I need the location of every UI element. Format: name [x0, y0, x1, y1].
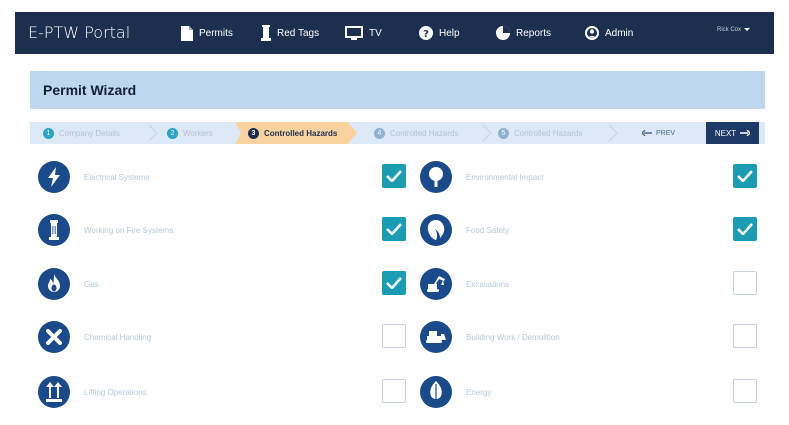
step-label: Company Details — [59, 128, 120, 138]
hazard-label: Lifting Operations — [84, 387, 147, 397]
step-number: 4 — [374, 127, 385, 139]
hazard-lifting-operations: Lifting Operations — [38, 374, 147, 410]
step-number: 5 — [498, 127, 509, 139]
arrow-left-icon — [642, 130, 652, 136]
step-label: Workers — [183, 128, 213, 138]
chevron-right-icon — [148, 125, 158, 141]
hazard-label: Building Work / Demolition — [466, 332, 560, 342]
help-icon: ? — [419, 26, 433, 40]
step-number: 3 — [248, 127, 259, 139]
next-label: NEXT — [714, 128, 737, 138]
hazard-excavations: Excavations — [420, 266, 509, 302]
tag-icon — [261, 25, 271, 41]
hazard-food-safety: Food Safety — [420, 212, 509, 248]
wizard-steps: 1 Company Details 2 Workers 3 Controlled… — [30, 122, 765, 144]
hazard-checkbox-food-safety[interactable] — [733, 217, 757, 241]
bulldozer-icon — [420, 321, 452, 353]
hazard-checkbox-gas[interactable] — [382, 271, 406, 295]
hazard-working-on-fire-systems: Working on Fire Systems — [38, 212, 173, 248]
checkmark-icon — [737, 223, 753, 235]
checkmark-icon — [386, 170, 402, 182]
nav-label: Reports — [516, 27, 552, 39]
food-icon — [420, 214, 452, 246]
hazard-checkbox-environmental-impact[interactable] — [733, 164, 757, 188]
hazard-label: Environmental Impact — [466, 172, 544, 182]
step-number: 1 — [43, 127, 54, 139]
chevron-right-icon — [482, 125, 492, 141]
nav-label: Admin — [605, 27, 634, 39]
app-title[interactable]: E-PTW Portal — [28, 23, 130, 42]
lightning-icon — [38, 161, 70, 193]
arrow-right-icon — [740, 130, 751, 136]
hazard-label: Food Safety — [466, 225, 510, 235]
hazard-environmental-impact: Environmental Impact — [420, 159, 543, 195]
checkmark-icon — [737, 170, 753, 182]
step-controlled-hazards[interactable]: 3 Controlled Hazards — [235, 122, 358, 144]
hazard-electrical-systems: Electrical Systems — [38, 159, 149, 195]
hazard-label: Gas — [84, 279, 99, 289]
wizard-header: Permit Wizard — [30, 71, 765, 109]
hazard-label: Electrical Systems — [84, 172, 150, 182]
checkmark-icon — [386, 223, 402, 235]
hazard-checkbox-lifting-operations[interactable] — [382, 379, 406, 403]
hazard-energy: Energy — [420, 374, 491, 410]
hazard-gas: Gas — [38, 266, 99, 302]
svg-text:?: ? — [423, 29, 429, 40]
hazard-checkbox-working-on-fire-systems[interactable] — [382, 217, 406, 241]
fire-extinguisher-icon — [38, 214, 70, 246]
step-label: Controlled Hazards — [390, 128, 459, 138]
pie-chart-icon — [496, 26, 510, 40]
nav-permits[interactable]: Permits — [181, 12, 233, 54]
chevron-right-icon — [608, 125, 618, 141]
hazard-checkbox-electrical-systems[interactable] — [382, 164, 406, 188]
tree-icon — [420, 161, 452, 193]
hazard-building-work-demolition: Building Work / Demolition — [420, 319, 560, 355]
step-number: 2 — [167, 127, 178, 139]
document-icon — [181, 25, 193, 41]
hazard-label: Working on Fire Systems — [84, 225, 174, 235]
hazard-checkbox-building-work-demolition[interactable] — [733, 324, 757, 348]
lifting-arrows-icon — [38, 376, 70, 408]
step-workers[interactable]: 2 Workers — [167, 122, 213, 144]
nav-label: Red Tags — [277, 27, 320, 39]
nav-reports[interactable]: Reports — [496, 12, 551, 54]
nav-label: Permits — [199, 27, 233, 39]
nav-admin[interactable]: Admin — [585, 12, 633, 54]
leaf-icon — [420, 376, 452, 408]
step-5[interactable]: 5 Controlled Hazards — [498, 122, 582, 144]
top-bar: E-PTW Portal Permits Red Tags TV ? Help … — [15, 12, 774, 54]
step-label: Controlled Hazards — [264, 128, 338, 138]
cross-icon — [38, 321, 70, 353]
user-circle-icon — [585, 26, 599, 40]
nav-red-tags[interactable]: Red Tags — [261, 12, 319, 54]
step-label: Controlled Hazards — [514, 128, 583, 138]
user-menu[interactable]: Rick Cox — [717, 27, 750, 33]
nav-tv[interactable]: TV — [345, 12, 382, 54]
hazard-checkbox-energy[interactable] — [733, 379, 757, 403]
hazard-checkbox-chemical-handling[interactable] — [382, 324, 406, 348]
prev-label: PREV — [656, 129, 676, 137]
user-name: Rick Cox — [716, 27, 741, 33]
nav-label: TV — [369, 27, 382, 39]
caret-down-icon — [744, 27, 750, 31]
hazard-checkbox-excavations[interactable] — [733, 271, 757, 295]
step-4[interactable]: 4 Controlled Hazards — [374, 122, 458, 144]
next-button[interactable]: NEXT — [706, 122, 759, 144]
hazard-label: Chemical Handling — [84, 332, 152, 342]
monitor-icon — [345, 25, 363, 41]
excavator-icon — [420, 268, 452, 300]
hazard-label: Excavations — [466, 279, 510, 289]
step-company-details[interactable]: 1 Company Details — [43, 122, 120, 144]
hazard-chemical-handling: Chemical Handling — [38, 319, 151, 355]
flame-icon — [38, 268, 70, 300]
checkmark-icon — [386, 277, 402, 289]
nav-label: Help — [439, 27, 460, 39]
nav-help[interactable]: ? Help — [419, 12, 460, 54]
prev-button[interactable]: PREV — [642, 126, 675, 140]
page-title: Permit Wizard — [43, 82, 137, 98]
hazard-label: Energy — [466, 387, 492, 397]
